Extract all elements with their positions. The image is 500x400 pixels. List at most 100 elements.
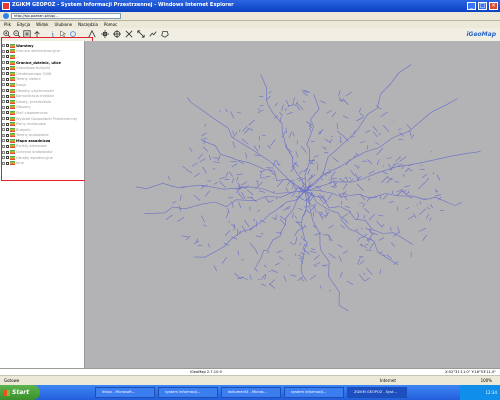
- taskbar-item-active[interactable]: ZGiKM GEOPOZ - Syst...: [347, 387, 407, 398]
- street: [248, 119, 256, 126]
- taskbar-item[interactable]: system informacji...: [284, 387, 344, 398]
- expand-icon[interactable]: [2, 55, 5, 59]
- layer-checkbox[interactable]: [6, 44, 9, 48]
- layer-checkbox[interactable]: [6, 139, 9, 143]
- zoom-extent-icon[interactable]: [23, 30, 31, 38]
- target-icon[interactable]: [113, 30, 121, 38]
- expand-icon[interactable]: [2, 133, 5, 137]
- start-button[interactable]: Start: [0, 385, 40, 400]
- window-controls: _ □ ×: [467, 2, 498, 10]
- layer-icon: [10, 49, 15, 54]
- street: [258, 144, 261, 150]
- layer-checkbox[interactable]: [6, 100, 9, 104]
- street: [419, 168, 425, 171]
- close-button[interactable]: ×: [489, 2, 498, 10]
- address-input[interactable]: http://sip.poznan.pl/sip/...: [11, 13, 121, 19]
- street: [336, 122, 338, 130]
- menu-edit[interactable]: Edycja: [17, 21, 30, 28]
- layer-checkbox[interactable]: [6, 83, 9, 87]
- expand-icon[interactable]: [2, 156, 5, 160]
- layer-checkbox[interactable]: [6, 61, 9, 65]
- layer-row[interactable]: Wydział Gospodarki Przestrzennej: [2, 116, 82, 122]
- layer-checkbox[interactable]: [6, 128, 9, 132]
- layer-checkbox[interactable]: [6, 156, 9, 160]
- draw-line-icon[interactable]: [149, 30, 157, 38]
- street: [288, 130, 293, 139]
- measure-icon[interactable]: [88, 30, 96, 38]
- expand-icon[interactable]: [2, 61, 5, 65]
- taskbar-item[interactable]: dokument3 - Micros...: [221, 387, 281, 398]
- layer-checkbox[interactable]: [6, 105, 9, 109]
- street: [213, 182, 218, 185]
- layer-checkbox[interactable]: [6, 72, 9, 76]
- expand-icon[interactable]: [2, 89, 5, 93]
- street: [218, 180, 226, 188]
- menu-file[interactable]: Plik: [4, 21, 11, 28]
- street: [365, 227, 372, 231]
- expand-icon[interactable]: [2, 77, 5, 81]
- layer-checkbox[interactable]: [6, 133, 9, 137]
- draw-polygon-icon[interactable]: [161, 30, 169, 38]
- street: [340, 224, 345, 229]
- street: [313, 254, 320, 261]
- info-icon[interactable]: i: [49, 30, 57, 38]
- layer-icon: [10, 71, 15, 76]
- minimize-button[interactable]: _: [467, 2, 476, 10]
- layer-checkbox[interactable]: [6, 77, 9, 81]
- select-icon[interactable]: [59, 30, 67, 38]
- expand-icon[interactable]: [2, 117, 5, 121]
- zoom-level[interactable]: 100%: [481, 378, 492, 383]
- expand-icon[interactable]: [2, 44, 5, 48]
- arrows-icon[interactable]: [137, 30, 145, 38]
- expand-icon[interactable]: [2, 83, 5, 87]
- menu-tools[interactable]: Narzędzia: [78, 21, 98, 28]
- expand-icon[interactable]: [2, 111, 5, 115]
- layer-checkbox[interactable]: [6, 150, 9, 154]
- draw-point-icon[interactable]: [125, 30, 133, 38]
- street: [275, 262, 280, 266]
- layer-checkbox[interactable]: [6, 144, 9, 148]
- menu-view[interactable]: Widok: [36, 21, 48, 28]
- layer-checkbox[interactable]: [6, 122, 9, 126]
- expand-icon[interactable]: [2, 122, 5, 126]
- street: [245, 152, 248, 159]
- layer-checkbox[interactable]: [6, 94, 9, 98]
- street: [200, 137, 208, 140]
- refresh-icon[interactable]: [69, 30, 77, 38]
- layer-checkbox[interactable]: [6, 117, 9, 121]
- layer-checkbox[interactable]: [6, 66, 9, 70]
- expand-icon[interactable]: [2, 139, 5, 143]
- layer-checkbox[interactable]: [6, 49, 9, 53]
- street: [250, 196, 257, 203]
- layer-label: Tereny zieleni: [16, 77, 41, 82]
- expand-icon[interactable]: [2, 161, 5, 165]
- street: [376, 220, 383, 228]
- expand-icon[interactable]: [2, 105, 5, 109]
- street: [256, 209, 261, 212]
- menu-favorites[interactable]: Ulubione: [54, 21, 72, 28]
- expand-icon[interactable]: [2, 144, 5, 148]
- zoom-in-icon[interactable]: [3, 30, 11, 38]
- crosshair-icon[interactable]: [101, 30, 109, 38]
- zoom-out-icon[interactable]: [13, 30, 21, 38]
- expand-icon[interactable]: [2, 49, 5, 53]
- layer-checkbox[interactable]: [6, 111, 9, 115]
- street: [285, 144, 288, 150]
- menu-help[interactable]: Pomoc: [104, 21, 117, 28]
- layer-checkbox[interactable]: [6, 89, 9, 93]
- layer-checkbox[interactable]: [6, 55, 9, 59]
- taskbar-item[interactable]: system informacji...: [158, 387, 218, 398]
- expand-icon[interactable]: [2, 94, 5, 98]
- expand-icon[interactable]: [2, 150, 5, 154]
- pan-icon[interactable]: [33, 30, 41, 38]
- maximize-button[interactable]: □: [478, 2, 487, 10]
- street: [231, 163, 238, 168]
- expand-icon[interactable]: [2, 100, 5, 104]
- layer-checkbox[interactable]: [6, 161, 9, 165]
- expand-icon[interactable]: [2, 128, 5, 132]
- expand-icon[interactable]: [2, 66, 5, 70]
- taskbar-item[interactable]: Inbox - Microsoft...: [95, 387, 155, 398]
- map-view[interactable]: [85, 41, 500, 368]
- expand-icon[interactable]: [2, 72, 5, 76]
- layer-row[interactable]: Inne: [2, 160, 82, 166]
